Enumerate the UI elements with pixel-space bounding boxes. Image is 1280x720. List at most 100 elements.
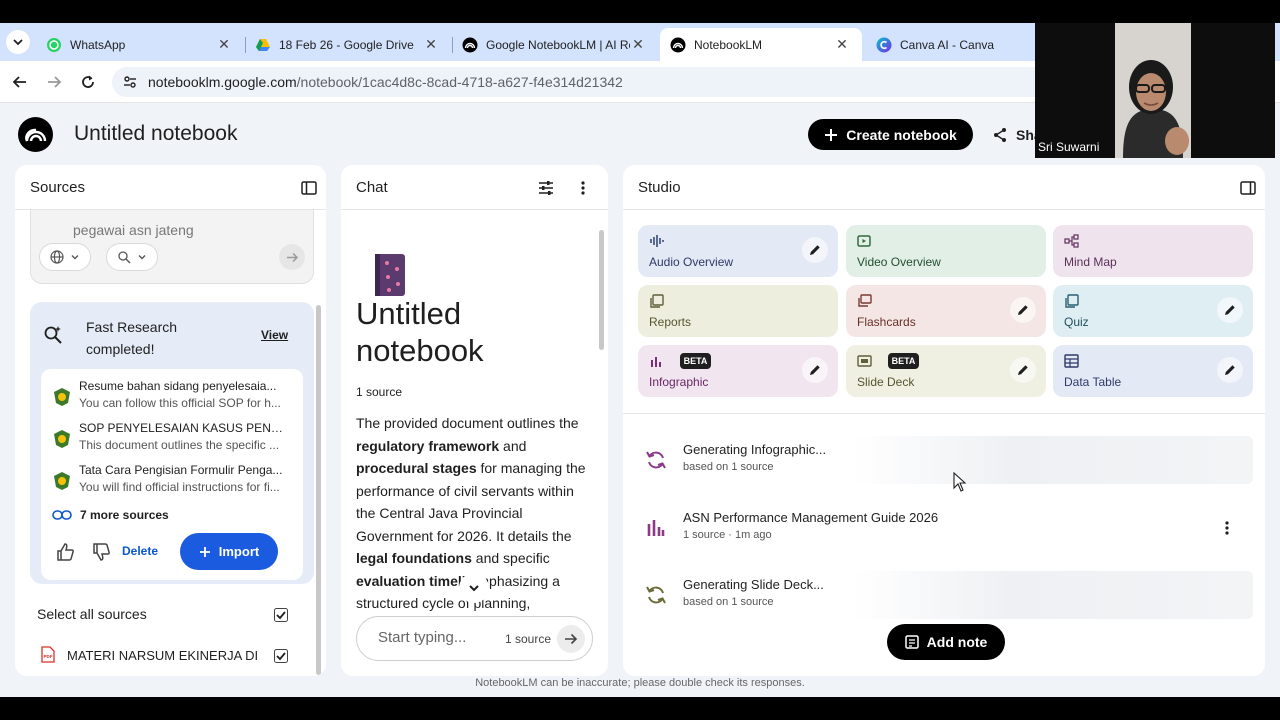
more-sources-link[interactable]: 7 more sources	[52, 505, 169, 525]
close-icon[interactable]: ✕	[423, 36, 439, 53]
government-seal-icon	[54, 430, 70, 448]
tab-title: NotebookLM	[694, 37, 763, 52]
import-label: Import	[218, 544, 260, 559]
add-note-button[interactable]: Add note	[887, 624, 1005, 660]
tab-canva[interactable]: Canva AI - Canva	[866, 28, 1036, 61]
import-button[interactable]: Import	[180, 533, 278, 570]
tab-search-button[interactable]	[6, 30, 30, 54]
edit-icon[interactable]	[1217, 297, 1243, 323]
thumbs-down-icon[interactable]	[91, 542, 111, 562]
tile-audio-overview[interactable]: Audio Overview	[638, 225, 838, 277]
output-subtitle: 1 source · 1m ago	[683, 529, 772, 541]
tab-title: Canva AI - Canva	[900, 37, 995, 52]
canva-icon	[876, 37, 892, 53]
tile-label: Quiz	[1064, 315, 1089, 329]
studio-output-item[interactable]: ASN Performance Management Guide 2026 1 …	[623, 498, 1253, 558]
tile-infographic[interactable]: BETA Infographic	[638, 345, 838, 397]
send-button[interactable]	[557, 625, 585, 653]
tab-google-notebooklm[interactable]: Google NotebookLM | AI Re ✕	[452, 28, 658, 61]
reload-button[interactable]	[76, 70, 100, 94]
more-vert-icon[interactable]	[573, 178, 593, 198]
edit-icon[interactable]	[1217, 357, 1243, 383]
studio-output-item[interactable]: Generating Slide Deck... based on 1 sour…	[623, 565, 1253, 625]
research-actions: Delete Import	[41, 532, 303, 572]
participant-name: Sri Suwarni	[1038, 140, 1100, 154]
more-sources-label: 7 more sources	[80, 508, 169, 522]
chat-header: Chat	[341, 165, 608, 210]
edit-icon[interactable]	[802, 357, 828, 383]
chat-scrollbar[interactable]	[599, 230, 604, 350]
collapse-panel-icon[interactable]	[299, 178, 319, 198]
list-item[interactable]: SOP PENYELESAIAN KASUS PENGA... This doc…	[41, 420, 303, 458]
tile-flashcards[interactable]: Flashcards	[846, 285, 1046, 337]
tile-label: Slide Deck	[857, 375, 915, 389]
notebooklm-logo-icon[interactable]	[18, 117, 53, 152]
edit-icon[interactable]	[1010, 357, 1036, 383]
sync-icon	[646, 451, 666, 469]
arrow-left-icon	[12, 76, 26, 88]
close-icon[interactable]: ✕	[630, 36, 646, 53]
output-title: Generating Slide Deck...	[683, 577, 824, 592]
notebook-emoji-icon	[375, 254, 405, 296]
arrow-right-icon	[565, 633, 578, 645]
tab-notebooklm[interactable]: NotebookLM ✕	[660, 28, 862, 61]
result-title: Tata Cara Pengisian Formulir Penga...	[79, 463, 283, 477]
tab-title: Google NotebookLM | AI Re	[486, 37, 630, 52]
site-settings-icon[interactable]	[122, 74, 138, 90]
tile-mind-map[interactable]: Mind Map	[1053, 225, 1253, 277]
government-seal-icon	[54, 472, 70, 490]
tab-whatsapp[interactable]: WhatsApp ✕	[36, 28, 244, 61]
edit-icon[interactable]	[802, 237, 828, 263]
create-notebook-button[interactable]: Create notebook	[808, 119, 973, 150]
submit-search-button[interactable]	[279, 244, 305, 270]
more-vert-icon[interactable]	[1219, 518, 1235, 538]
add-note-label: Add note	[926, 634, 988, 650]
forward-button[interactable]	[42, 70, 66, 94]
tile-label: Data Table	[1064, 375, 1122, 389]
scroll-down-button[interactable]	[459, 573, 489, 603]
thumbs-up-icon[interactable]	[55, 542, 75, 562]
loading-shimmer	[853, 571, 1253, 619]
source-file-name[interactable]: MATERI NARSUM EKINERJA DI ...	[67, 648, 263, 663]
close-icon[interactable]: ✕	[216, 36, 232, 53]
tile-label: Infographic	[649, 375, 709, 389]
studio-output-item[interactable]: Generating Infographic... based on 1 sou…	[623, 430, 1253, 490]
tile-slide-deck[interactable]: BETA Slide Deck	[846, 345, 1046, 397]
edit-icon[interactable]	[1010, 297, 1036, 323]
tab-google-drive[interactable]: 18 Feb 26 - Google Drive ✕	[245, 28, 451, 61]
studio-title: Studio	[638, 178, 681, 196]
tile-data-table[interactable]: Data Table	[1053, 345, 1253, 397]
tile-reports[interactable]: Reports	[638, 285, 838, 337]
notebook-title[interactable]: Untitled notebook	[74, 122, 237, 146]
close-icon[interactable]: ✕	[834, 36, 850, 53]
research-mode-dropdown[interactable]	[106, 243, 158, 271]
source-checkbox[interactable]	[273, 648, 289, 664]
sparkle-search-icon	[118, 251, 131, 264]
research-search-icon	[44, 326, 62, 344]
list-item[interactable]: Tata Cara Pengisian Formulir Penga... Yo…	[41, 462, 303, 500]
globe-icon	[50, 250, 64, 264]
quiz-icon	[1065, 294, 1079, 308]
checkmark-icon	[274, 608, 288, 622]
chat-settings-icon[interactable]	[536, 178, 556, 198]
chat-input[interactable]	[378, 629, 488, 646]
list-item[interactable]: Resume bahan sidang penyelesaia... You c…	[41, 378, 303, 416]
sources-scrollbar[interactable]	[316, 305, 321, 675]
back-button[interactable]	[8, 70, 32, 94]
mind-map-icon	[1064, 234, 1079, 248]
sources-title: Sources	[30, 178, 86, 196]
arrow-right-icon	[286, 252, 298, 262]
tile-video-overview[interactable]: Video Overview	[846, 225, 1046, 277]
plus-icon	[199, 546, 210, 557]
delete-button[interactable]: Delete	[122, 544, 158, 558]
view-research-link[interactable]: View	[261, 328, 288, 342]
research-results-list: Resume bahan sidang penyelesaia... You c…	[41, 369, 303, 580]
web-source-dropdown[interactable]	[39, 243, 91, 271]
tab-title: 18 Feb 26 - Google Drive	[279, 37, 414, 52]
output-title: Generating Infographic...	[683, 442, 827, 457]
collapse-panel-icon[interactable]	[1238, 178, 1258, 198]
tile-quiz[interactable]: Quiz	[1053, 285, 1253, 337]
select-all-checkbox[interactable]	[273, 607, 289, 623]
reports-icon	[650, 294, 664, 308]
chevron-down-icon	[71, 255, 79, 260]
